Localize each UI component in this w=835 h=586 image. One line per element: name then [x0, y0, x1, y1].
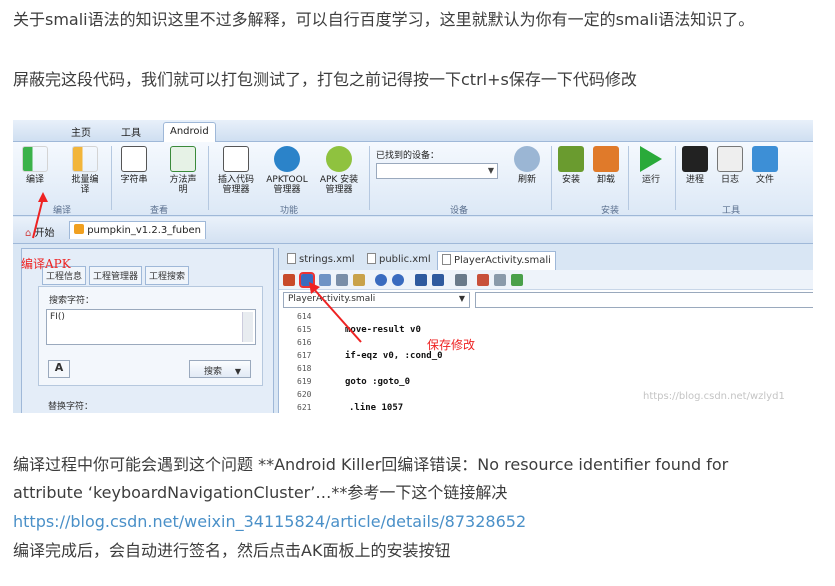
arrow-to-save	[312, 287, 362, 343]
arrowhead	[309, 282, 320, 294]
arrowhead	[38, 192, 48, 202]
arrow-to-compile	[32, 197, 44, 239]
paragraph-packaging: 屏蔽完这段代码，我们就可以打包测试了，打包之前记得按一下ctrl+s保存一下代码…	[13, 70, 637, 89]
reference-link[interactable]: https://blog.csdn.net/weixin_34115824/ar…	[13, 508, 526, 536]
annotation-save-changes: 保存修改	[427, 338, 476, 352]
paragraph-compile-error: 编译过程中你可能会遇到这个问题 **Android Killer回编译错误：No…	[13, 455, 729, 502]
android-killer-screenshot: 主页 工具 Android 编译 批量编 译 字符串 方法声 明 插入代码 管理…	[13, 120, 813, 413]
paragraph-smali-intro: 关于smali语法的知识这里不过多解释，可以自行百度学习，这里就默认为你有一定的…	[13, 10, 755, 29]
paragraph-install: 编译完成后，会自动进行签名，然后点击AK面板上的安装按钮	[13, 541, 451, 560]
annotation-compile-apk: 编译APK	[21, 257, 71, 271]
annotation-arrows	[32, 192, 362, 343]
